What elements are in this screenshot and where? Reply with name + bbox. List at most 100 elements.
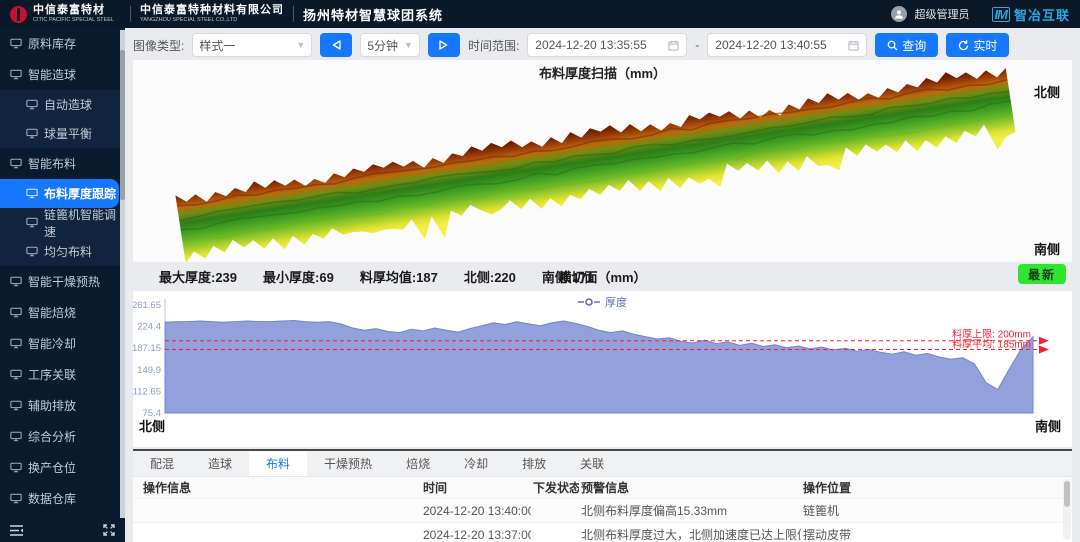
brand-primary: 中信泰富特材 CITIC PACIFIC SPECIAL STEEL [33, 5, 121, 23]
user-name[interactable]: 超级管理员 [915, 6, 970, 22]
monitor-icon [10, 38, 22, 49]
main-content: 图像类型: 样式一 ▼ 5分钟 ▼ 时间范围: 2024-12-20 13:35… [125, 28, 1080, 542]
sidebar-item-11[interactable]: 工序关联 [0, 359, 120, 390]
time-range-label: 时间范围: [468, 37, 519, 54]
table-header-cell: 操作位置 [801, 479, 1064, 496]
arrow-right-icon [439, 40, 448, 50]
sidebar-item-15[interactable]: 数据仓库 [0, 483, 120, 514]
thickness-scan-panel: 布料厚度扫描（mm） 北侧 南侧 [133, 60, 1072, 262]
sidebar-item-5[interactable]: 布料厚度跟踪 [0, 179, 119, 208]
tab-冷却[interactable]: 冷却 [447, 451, 505, 476]
header-divider [293, 6, 294, 22]
log-panel: 配混造球布料干燥预热焙烧冷却排放关联 操作信息时间下发状态预警信息操作位置 20… [133, 449, 1072, 542]
cross-section-panel: 厚度 261.65224.4187.15149.9112.6575.4料厚上限:… [133, 291, 1072, 447]
table-scrollbar[interactable] [1063, 479, 1071, 540]
table-cell: 2024-12-20 13:37:00 [421, 528, 531, 542]
brand-primary-cn: 中信泰富特材 [33, 5, 121, 17]
sidebar-item-10[interactable]: 智能冷却 [0, 328, 120, 359]
person-icon [894, 9, 904, 19]
sidebar-item-9[interactable]: 智能焙烧 [0, 297, 120, 328]
query-button[interactable]: 查询 [875, 33, 938, 57]
brand-primary-en: CITIC PACIFIC SPECIAL STEEL [33, 17, 114, 23]
chevron-down-icon: ▼ [296, 40, 305, 50]
monitor-icon [26, 188, 38, 199]
tab-配混[interactable]: 配混 [133, 451, 191, 476]
sidebar-item-4[interactable]: 智能布料 [0, 148, 120, 179]
table-scrollbar-thumb[interactable] [1064, 481, 1070, 507]
prev-interval-button[interactable] [320, 33, 352, 57]
sidebar-item-label: 自动造球 [44, 96, 92, 113]
interval-select[interactable]: 5分钟 ▼ [360, 33, 420, 57]
time-to-input[interactable]: 2024-12-20 13:40:55 [707, 33, 867, 57]
sidebar-item-label: 综合分析 [28, 428, 76, 445]
sidebar-item-6[interactable]: 链篦机智能调速 [0, 208, 120, 237]
stat-item-4: 南侧:171 [542, 267, 594, 286]
legend-marker-icon [578, 298, 600, 306]
stat-item-1: 最小厚度:69 [263, 267, 334, 286]
surface-3d-plot[interactable] [133, 60, 1072, 262]
thickness-area-series [165, 321, 1033, 414]
top-header: 中信泰富特材 CITIC PACIFIC SPECIAL STEEL 中信泰富特… [0, 0, 1080, 28]
y-tick-label: 112.65 [133, 386, 161, 397]
search-icon [887, 40, 898, 51]
realtime-button[interactable]: 实时 [946, 33, 1009, 57]
fullscreen-icon[interactable] [103, 524, 115, 536]
sidebar-item-13[interactable]: 综合分析 [0, 421, 120, 452]
sidebar-item-2[interactable]: 自动造球 [0, 90, 120, 119]
monitor-icon [10, 431, 22, 442]
time-from-input[interactable]: 2024-12-20 13:35:55 [527, 33, 687, 57]
sidebar-item-0[interactable]: 原料库存 [0, 28, 120, 59]
scan-south-label: 南侧 [1034, 239, 1060, 258]
monitor-icon [10, 69, 22, 80]
brand-secondary-cn: 中信泰富特种材料有限公司 [140, 5, 284, 17]
sidebar-item-label: 布料厚度跟踪 [44, 185, 116, 202]
stats-group: 最大厚度:239最小厚度:69料厚均值:187北侧:220南侧:171 [133, 267, 594, 286]
image-type-select[interactable]: 样式一 ▼ [192, 33, 312, 57]
table-header-cell: 操作信息 [141, 479, 421, 496]
tab-造球[interactable]: 造球 [191, 451, 249, 476]
table-row[interactable]: 2024-12-20 13:37:00北侧布料厚度过大，北侧加速度已达上限值，不… [133, 522, 1072, 542]
sidebar-item-label: 智能布料 [28, 155, 76, 172]
table-row[interactable]: 2024-12-20 13:40:00北侧布料厚度偏高15.33mm链篦机 [133, 498, 1072, 522]
user-avatar[interactable] [891, 6, 907, 22]
cross-section-chart[interactable]: 261.65224.4187.15149.9112.6575.4料厚上限: 20… [133, 291, 1072, 447]
table-cell: 北侧布料厚度偏高15.33mm [579, 502, 801, 519]
monitor-icon [10, 493, 22, 504]
table-header-cell: 下发状态 [531, 479, 579, 496]
app-window: 中信泰富特材 CITIC PACIFIC SPECIAL STEEL 中信泰富特… [0, 0, 1080, 542]
y-tick-label: 149.9 [137, 365, 161, 376]
sidebar-scrollbar[interactable] [120, 30, 125, 518]
sidebar-item-label: 辅助排放 [28, 397, 76, 414]
monitor-icon [10, 369, 22, 380]
sidebar-scrollbar-thumb[interactable] [120, 50, 125, 200]
stat-item-2: 料厚均值:187 [360, 267, 438, 286]
reference-line-arrow-icon [1039, 345, 1049, 353]
collapse-menu-icon[interactable] [10, 525, 23, 536]
sidebar-item-12[interactable]: 辅助排放 [0, 390, 120, 421]
tab-布料[interactable]: 布料 [249, 451, 307, 476]
monitor-icon [26, 128, 38, 139]
sidebar-item-14[interactable]: 换产仓位 [0, 452, 120, 483]
calendar-icon [848, 40, 859, 51]
sidebar-item-1[interactable]: 智能造球 [0, 59, 120, 90]
monitor-icon [10, 158, 22, 169]
sidebar-item-3[interactable]: 球量平衡 [0, 119, 120, 148]
next-interval-button[interactable] [428, 33, 460, 57]
monitor-icon [10, 276, 22, 287]
tab-关联[interactable]: 关联 [563, 451, 621, 476]
monitor-icon [10, 400, 22, 411]
sidebar-menu: 原料库存智能造球自动造球球量平衡智能布料布料厚度跟踪链篦机智能调速均匀布料智能干… [0, 28, 120, 518]
sidebar-footer [0, 518, 125, 542]
tab-焙烧[interactable]: 焙烧 [389, 451, 447, 476]
sidebar-item-label: 智能干燥预热 [28, 273, 100, 290]
stat-item-3: 北侧:220 [464, 267, 516, 286]
tab-排放[interactable]: 排放 [505, 451, 563, 476]
tab-干燥预热[interactable]: 干燥预热 [307, 451, 389, 476]
chart-legend[interactable]: 厚度 [133, 294, 1072, 310]
header-divider [130, 6, 131, 22]
sidebar-item-7[interactable]: 均匀布料 [0, 237, 120, 266]
sidebar-item-label: 链篦机智能调速 [44, 206, 120, 240]
latest-button[interactable]: 最新 [1018, 264, 1066, 284]
sidebar-item-8[interactable]: 智能干燥预热 [0, 266, 120, 297]
table-cell: 2024-12-20 13:40:00 [421, 504, 531, 518]
